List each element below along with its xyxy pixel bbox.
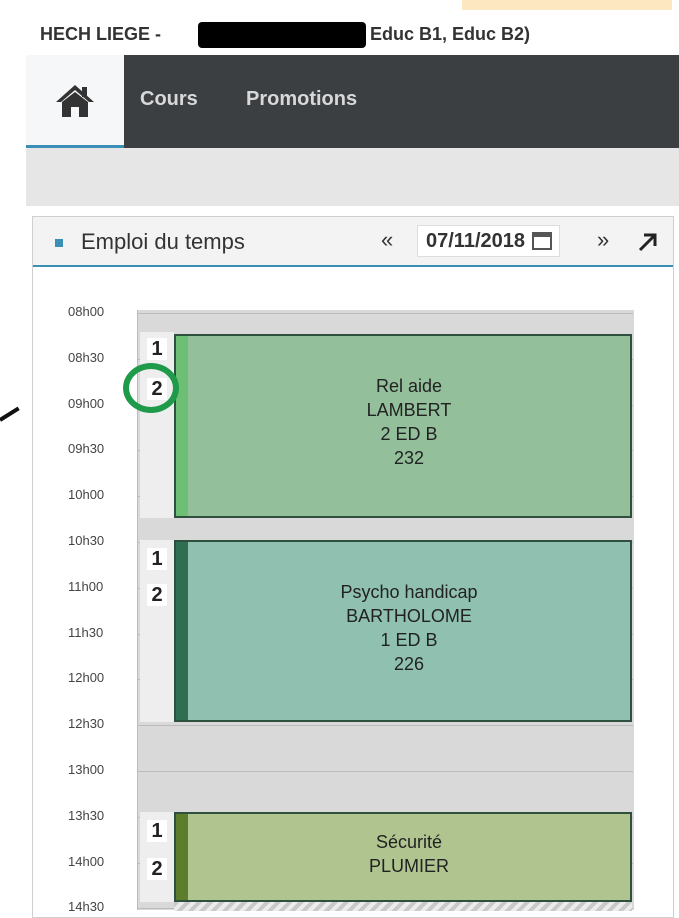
header-suffix: Educ B1, Educ B2) — [370, 24, 531, 44]
time-label: 10h30 — [68, 533, 105, 548]
time-label: 14h00 — [68, 853, 105, 869]
previous-week-icon[interactable]: « — [381, 227, 393, 253]
course-teacher: PLUMIER — [368, 856, 449, 876]
group-column: 1 2 — [140, 812, 174, 902]
course-block[interactable]: Psycho handicap BARTHOLOME 1 ED B 226 — [174, 540, 632, 722]
nav-cours[interactable]: Cours — [140, 88, 198, 111]
page-header: HECH LIEGE - Educ B1, Educ B2) — [30, 18, 679, 54]
highlight-circle — [123, 363, 179, 413]
time-label: 09h00 — [68, 395, 105, 411]
course-info: Rel aide LAMBERT 2 ED B 232 — [188, 374, 630, 470]
time-gridline — [137, 313, 633, 314]
group-column: 1 2 — [140, 540, 174, 722]
date-field[interactable]: 07/11/2018 — [417, 225, 560, 257]
top-accent-tab — [462, 0, 672, 10]
panel-title: Emploi du temps — [81, 229, 245, 254]
pointer-line — [0, 406, 20, 422]
group-number[interactable]: 2 — [147, 584, 167, 606]
course-stripe — [176, 336, 188, 516]
course-info: Psycho handicap BARTHOLOME 1 ED B 226 — [188, 580, 630, 676]
calendar-icon[interactable] — [532, 232, 552, 250]
course-stripe — [176, 814, 188, 900]
time-label: 14h30 — [68, 899, 105, 915]
time-label: 12h30 — [68, 716, 105, 732]
group-number[interactable]: 1 — [147, 820, 167, 842]
date-value: 07/11/2018 — [426, 230, 525, 252]
course-name: Rel aide — [375, 376, 443, 396]
panel-header: Emploi du temps « 07/11/2018 » — [33, 217, 673, 267]
time-label: 10h00 — [68, 487, 105, 503]
home-icon[interactable] — [54, 83, 96, 119]
group-column: 1 2 — [140, 332, 174, 518]
home-tab[interactable] — [26, 55, 124, 148]
group-number[interactable]: 2 — [147, 858, 167, 880]
group-number[interactable]: 1 — [147, 338, 167, 360]
next-course-edge — [174, 902, 632, 911]
time-label: 08h30 — [68, 349, 105, 365]
next-week-icon[interactable]: » — [597, 227, 609, 253]
course-name: Sécurité — [375, 832, 443, 852]
time-label: 11h30 — [68, 624, 104, 640]
nav-promotions[interactable]: Promotions — [246, 88, 357, 111]
course-block[interactable]: Sécurité PLUMIER — [174, 812, 632, 902]
group-number[interactable]: 1 — [147, 548, 167, 570]
expand-arrow-icon[interactable] — [637, 231, 659, 253]
time-gridline — [137, 771, 633, 772]
course-teacher: LAMBERT — [366, 400, 452, 420]
time-label: 08h00 — [68, 304, 105, 319]
top-navigation: Cours Promotions — [26, 55, 679, 148]
redaction-bar — [198, 22, 366, 48]
time-label: 11h00 — [68, 578, 104, 594]
course-class: 2 ED B — [380, 424, 438, 444]
bullet-icon — [55, 239, 63, 247]
time-label: 13h30 — [68, 807, 105, 823]
time-gridline — [137, 725, 633, 726]
course-teacher: BARTHOLOME — [346, 606, 472, 626]
toolbar-band — [26, 148, 679, 206]
course-room: 226 — [393, 654, 425, 674]
course-name: Psycho handicap — [340, 582, 478, 602]
time-label: 13h00 — [68, 762, 105, 777]
course-class: 1 ED B — [380, 630, 438, 650]
course-stripe — [176, 542, 188, 720]
time-label: 09h30 — [68, 441, 105, 457]
time-label: 12h00 — [68, 670, 105, 686]
course-info: Sécurité PLUMIER — [188, 830, 630, 878]
header-prefix: HECH LIEGE - — [40, 24, 162, 44]
course-room: 232 — [393, 448, 425, 468]
course-block[interactable]: Rel aide LAMBERT 2 ED B 232 — [174, 334, 632, 518]
